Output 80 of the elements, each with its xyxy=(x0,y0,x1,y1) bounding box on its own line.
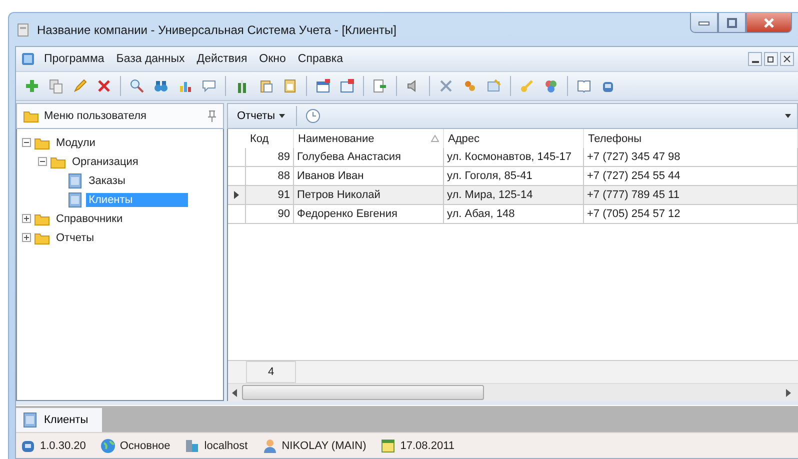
close-icon xyxy=(783,55,791,63)
minimize-icon xyxy=(698,20,710,26)
expand-toggle[interactable] xyxy=(38,157,47,166)
app-icon xyxy=(15,22,31,38)
pencil-icon xyxy=(72,78,88,94)
new-window-icon xyxy=(315,78,331,94)
app-icon xyxy=(20,51,36,67)
scroll-left-icon[interactable] xyxy=(232,388,238,396)
table-cell: ул. Абая, 148 xyxy=(444,205,584,224)
tree-item[interactable]: Модули xyxy=(53,136,98,150)
row-count: 4 xyxy=(246,361,296,383)
expand-toggle[interactable] xyxy=(22,233,31,242)
image-edit-icon xyxy=(486,78,502,94)
current-row-icon xyxy=(234,191,239,199)
table-cell: Федоренко Евгения xyxy=(294,205,444,224)
expand-toggle[interactable] xyxy=(22,138,31,147)
minimize-icon xyxy=(752,60,758,62)
user-icon xyxy=(262,438,278,454)
tools-icon xyxy=(438,78,454,94)
maximize-button[interactable] xyxy=(718,13,746,33)
status-text: 17.08.2011 xyxy=(400,440,455,452)
document-icon xyxy=(66,192,83,208)
status-text: Основное xyxy=(120,440,170,452)
clock-icon[interactable] xyxy=(305,108,322,124)
server-icon xyxy=(184,438,200,454)
table-cell: +7 (705) 254 57 12 xyxy=(584,205,798,224)
add-icon xyxy=(24,78,40,94)
table-cell: 90 xyxy=(246,205,294,224)
document-icon xyxy=(22,412,38,428)
row-header[interactable] xyxy=(228,186,246,205)
key-icon xyxy=(519,78,535,94)
menu-item[interactable]: Справка xyxy=(294,51,348,67)
globe-icon xyxy=(100,438,116,454)
document-tab[interactable]: Клиенты xyxy=(16,408,102,432)
restore-button[interactable] xyxy=(764,52,778,66)
scrollbar-thumb[interactable] xyxy=(242,385,484,400)
tree-item[interactable]: Отчеты xyxy=(53,230,98,244)
clipboard-icon xyxy=(282,78,298,94)
close-icon xyxy=(763,16,775,28)
close-window-icon xyxy=(339,78,355,94)
binoculars-icon xyxy=(153,78,169,94)
status-text: NIKOLAY (MAIN) xyxy=(282,440,366,452)
pin-icon[interactable] xyxy=(207,110,217,122)
minimize-button[interactable] xyxy=(748,52,762,66)
status-text: localhost xyxy=(204,440,248,452)
search-icon xyxy=(129,78,145,94)
minimize-button[interactable] xyxy=(690,13,718,33)
window-title: Название компании - Универсальная Система Учета - [Клиенты] xyxy=(37,22,396,36)
menu-item[interactable]: Окно xyxy=(255,51,290,67)
speech-bubble-icon xyxy=(201,78,217,94)
calendar-icon xyxy=(380,438,396,454)
close-button[interactable] xyxy=(780,52,794,66)
restore-icon xyxy=(767,55,775,63)
tree-item[interactable]: Организация xyxy=(69,154,142,168)
menu-item[interactable]: Программа xyxy=(40,51,108,67)
panel-title: Меню пользователя xyxy=(44,110,146,122)
close-button[interactable] xyxy=(746,13,792,33)
paste-icon xyxy=(258,78,274,94)
users-icon xyxy=(543,78,559,94)
menu-item[interactable]: Действия xyxy=(192,51,252,67)
delete-icon xyxy=(96,78,112,94)
maximize-icon xyxy=(726,18,738,28)
caret-icon xyxy=(279,114,286,118)
tree-item[interactable]: Заказы xyxy=(86,174,128,188)
puzzle-icon xyxy=(462,78,478,94)
plus-icon xyxy=(23,234,30,241)
menu-item[interactable]: База данных xyxy=(112,51,189,67)
copy-icon xyxy=(48,78,64,94)
minus-icon xyxy=(23,139,30,146)
expand-toggle[interactable] xyxy=(22,214,31,223)
minus-icon xyxy=(39,158,46,165)
export-icon xyxy=(372,78,388,94)
scroll-right-icon[interactable] xyxy=(786,388,792,396)
dropdown-arrow-icon[interactable] xyxy=(785,114,791,118)
book-icon xyxy=(576,78,592,94)
reports-dropdown[interactable]: Отчеты xyxy=(234,109,288,123)
document-icon xyxy=(66,172,83,188)
plus-icon xyxy=(23,215,30,222)
status-text: 1.0.30.20 xyxy=(40,440,86,452)
tree-item[interactable]: Справочники xyxy=(53,212,126,226)
